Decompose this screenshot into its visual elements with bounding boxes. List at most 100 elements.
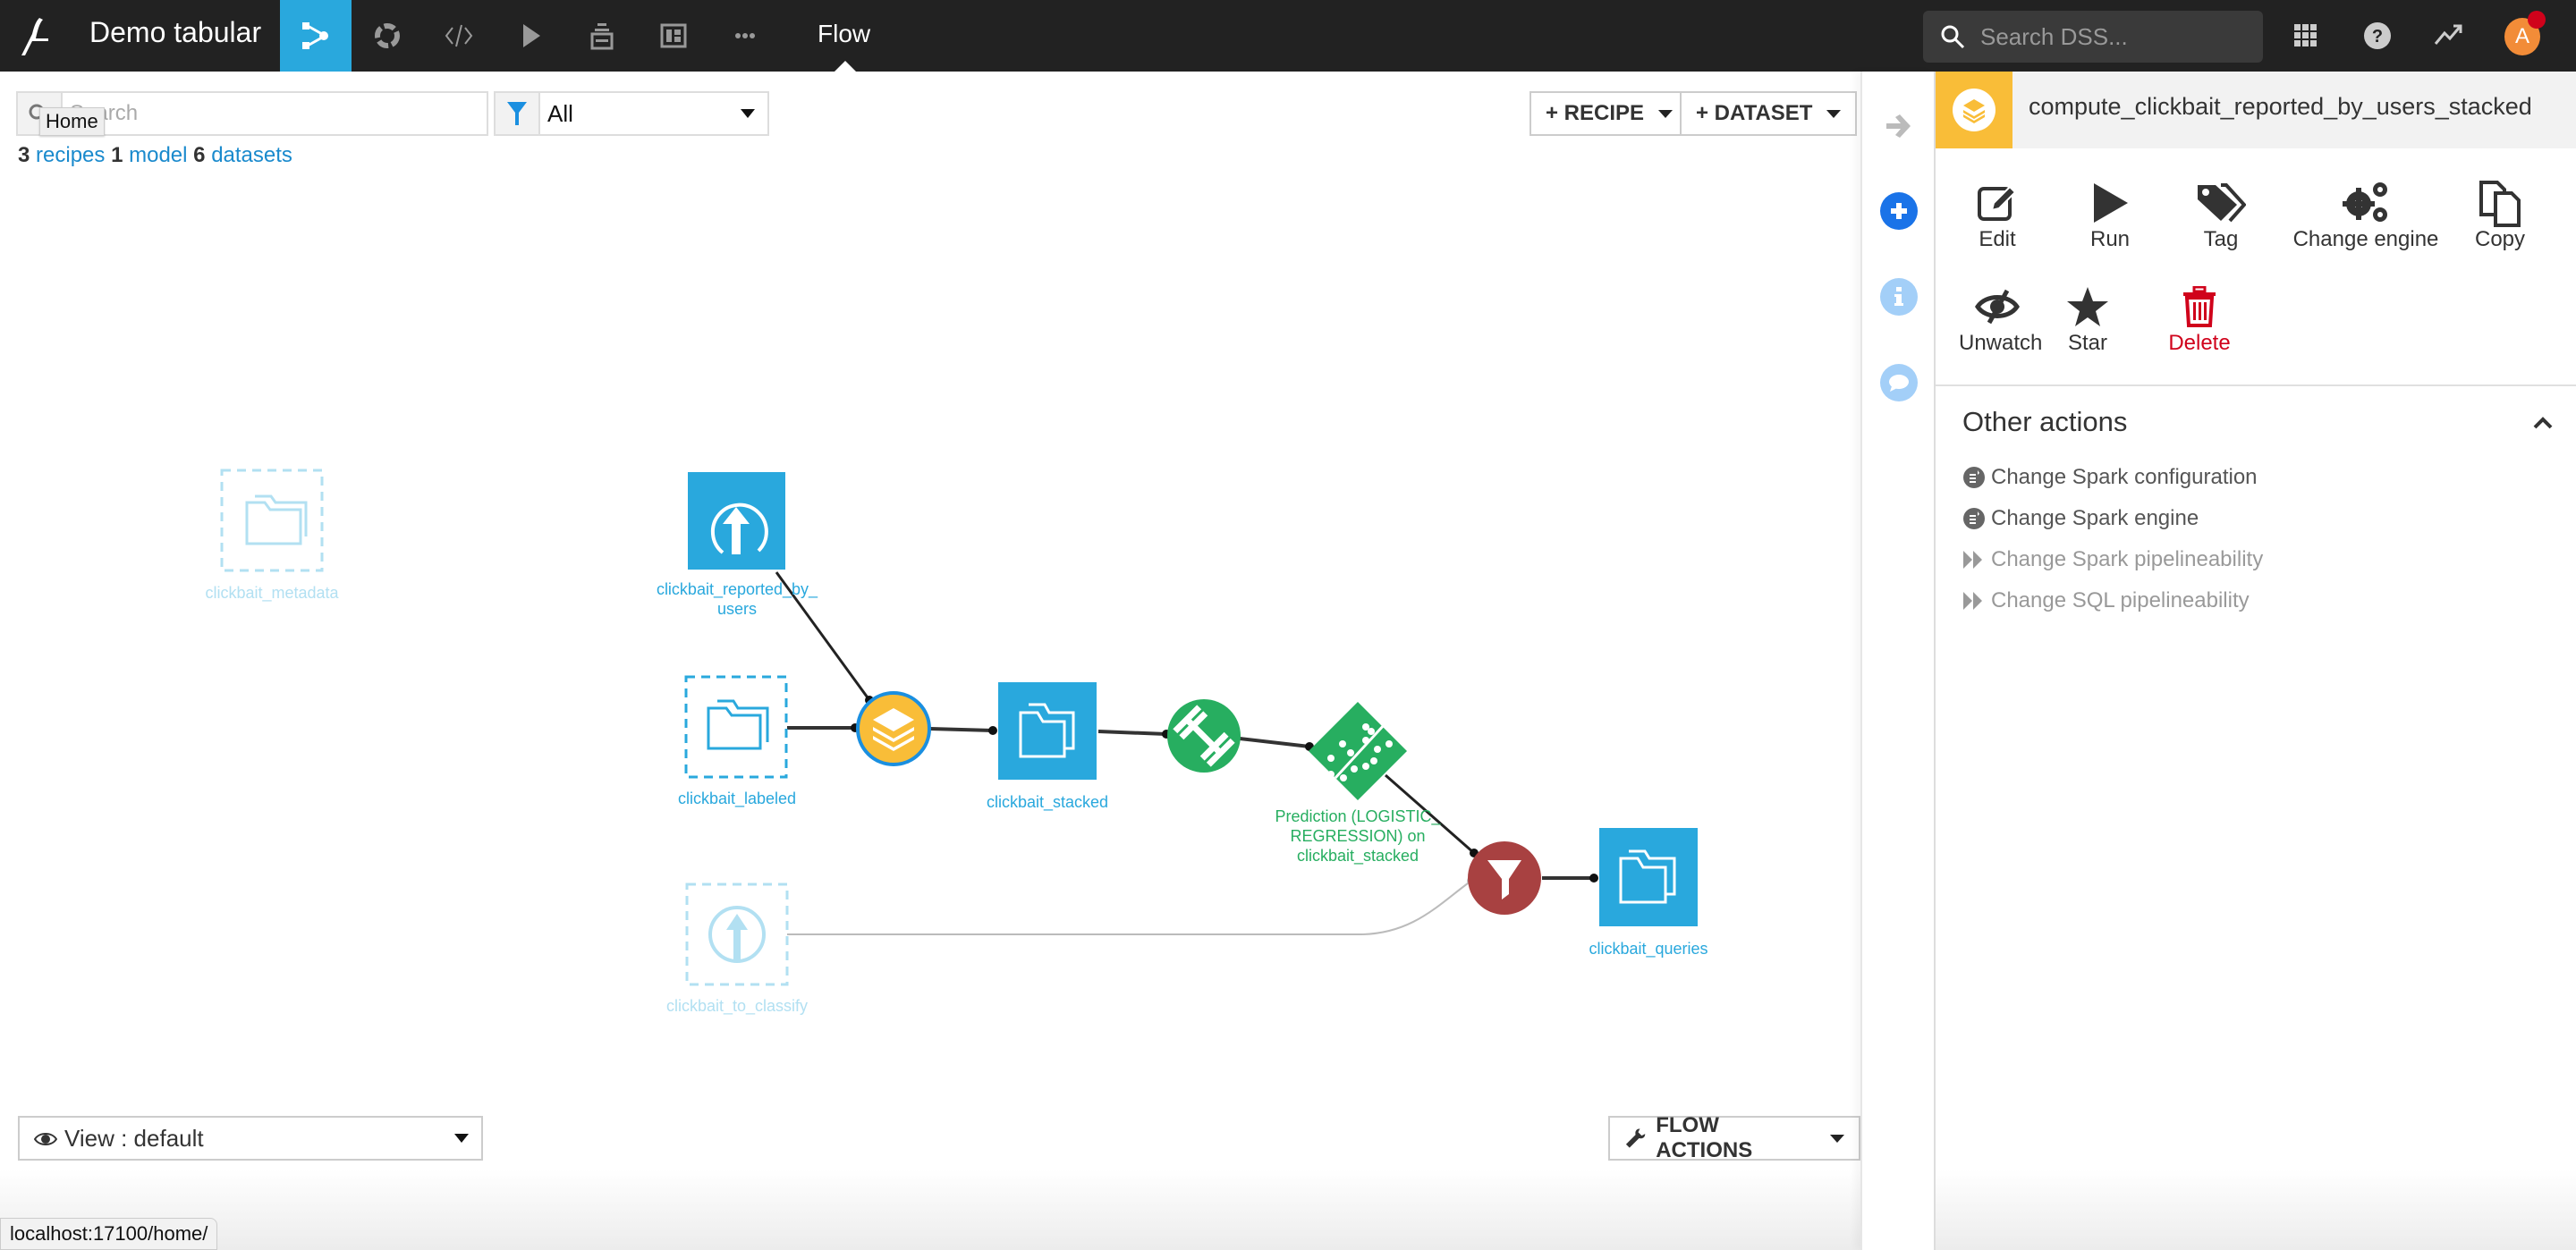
actions-tab-button[interactable] bbox=[1880, 192, 1918, 230]
dataset-node-to-classify[interactable] bbox=[685, 883, 789, 986]
collapse-panel-button[interactable] bbox=[1880, 107, 1918, 145]
eye-slash-icon bbox=[1975, 289, 2020, 325]
global-search-input[interactable] bbox=[1980, 11, 2249, 63]
dataset-node-labeled[interactable] bbox=[684, 675, 788, 779]
flow-canvas[interactable]: Home All 3 recipes 1 model 6 datasets + … bbox=[0, 72, 1860, 1250]
node-label-labeled[interactable]: clickbait_labeled bbox=[648, 789, 826, 808]
wrench-icon bbox=[1625, 1128, 1646, 1148]
edge-toclassify-to-filter bbox=[787, 880, 1472, 935]
run-nav-button[interactable] bbox=[495, 0, 566, 72]
change-spark-pipelineability-item[interactable]: Change Spark pipelineability bbox=[1962, 547, 2263, 572]
dataiku-bird-logo-icon[interactable] bbox=[13, 13, 59, 59]
label-line: REGRESSION) on bbox=[1290, 827, 1426, 845]
recipe-node-stack-selected[interactable] bbox=[856, 691, 931, 766]
chevron-up-icon[interactable] bbox=[2533, 417, 2553, 429]
dataset-node-metadata[interactable] bbox=[220, 469, 324, 572]
edge-dot bbox=[988, 726, 997, 735]
jobs-icon bbox=[590, 23, 614, 50]
folder-icon bbox=[245, 494, 308, 545]
copy-button[interactable]: Copy bbox=[2469, 179, 2531, 252]
view-selector[interactable]: View : default bbox=[18, 1116, 483, 1161]
lab-icon bbox=[375, 23, 400, 48]
recipe-node-train[interactable] bbox=[1167, 699, 1241, 773]
change-sql-pipelineability-item[interactable]: Change SQL pipelineability bbox=[1962, 588, 2250, 613]
run-button[interactable]: Run bbox=[2080, 179, 2140, 252]
upload-icon bbox=[708, 906, 766, 963]
dataset-node-reported-by-users[interactable] bbox=[688, 472, 785, 570]
lab-nav-button[interactable] bbox=[352, 0, 423, 72]
info-icon bbox=[1894, 287, 1903, 306]
edit-icon bbox=[1978, 185, 2017, 221]
star-label: Star bbox=[2067, 331, 2107, 355]
folder-icon bbox=[707, 699, 769, 750]
change-spark-configuration-item[interactable]: Change Spark configuration bbox=[1962, 465, 2258, 490]
view-label: View : default bbox=[64, 1125, 204, 1152]
label-line: users bbox=[716, 600, 757, 618]
code-icon bbox=[445, 24, 473, 47]
jobs-nav-button[interactable] bbox=[566, 0, 638, 72]
more-icon bbox=[735, 33, 755, 38]
delete-button[interactable]: Delete bbox=[2166, 283, 2233, 356]
flow-actions-label: FLOW ACTIONS bbox=[1656, 1113, 1753, 1162]
more-nav-button[interactable] bbox=[709, 0, 781, 72]
help-button[interactable]: ? bbox=[2360, 18, 2395, 54]
item-label: Change Spark configuration bbox=[1991, 465, 2258, 489]
unwatch-button[interactable]: Unwatch bbox=[1959, 283, 2042, 356]
model-node-logistic-regression[interactable] bbox=[1309, 702, 1407, 800]
eye-icon bbox=[34, 1133, 57, 1145]
recipe-node-filter[interactable] bbox=[1468, 841, 1541, 915]
apps-button[interactable] bbox=[2288, 18, 2324, 54]
discussions-tab-button[interactable] bbox=[1880, 364, 1918, 401]
dashboard-nav-button[interactable] bbox=[638, 0, 709, 72]
tag-label: Tag bbox=[2203, 227, 2239, 251]
dataset-node-queries[interactable] bbox=[1599, 828, 1698, 926]
svg-text:?: ? bbox=[2372, 27, 2383, 46]
node-label-to-classify[interactable]: clickbait_to_classify bbox=[648, 996, 826, 1016]
change-engine-label: Change engine bbox=[2292, 227, 2439, 251]
panel-header: compute_clickbait_reported_by_users_stac… bbox=[1936, 72, 2576, 148]
panel-title: compute_clickbait_reported_by_users_stac… bbox=[2029, 93, 2532, 120]
item-label: Change Spark pipelineability bbox=[1991, 547, 2264, 571]
activity-button[interactable] bbox=[2431, 18, 2467, 54]
project-title[interactable]: Demo tabular bbox=[89, 16, 261, 49]
edit-label: Edit bbox=[1979, 227, 2016, 251]
change-engine-button[interactable]: Change engine bbox=[2290, 179, 2442, 252]
node-label-metadata[interactable]: clickbait_metadata bbox=[186, 583, 358, 603]
tag-button[interactable]: Tag bbox=[2191, 179, 2250, 252]
flow-graph bbox=[220, 469, 1698, 986]
right-rail bbox=[1860, 72, 1934, 1250]
run-icon bbox=[2094, 183, 2128, 223]
delete-label: Delete bbox=[2168, 331, 2231, 355]
dropdown-caret-icon bbox=[454, 1134, 469, 1143]
gears-icon bbox=[2343, 182, 2387, 222]
flow-actions-button[interactable]: FLOW ACTIONS bbox=[1608, 1113, 1860, 1162]
global-search[interactable] bbox=[1923, 11, 2263, 63]
node-label-stacked[interactable]: clickbait_stacked bbox=[958, 792, 1137, 812]
trash-icon bbox=[2183, 286, 2216, 327]
edge-train-to-model bbox=[1239, 737, 1310, 748]
copy-icon bbox=[2479, 181, 2521, 227]
dataset-node-stacked[interactable] bbox=[998, 682, 1097, 780]
other-actions-title[interactable]: Other actions bbox=[1962, 406, 2127, 438]
star-button[interactable]: Star bbox=[2061, 283, 2114, 356]
flow-icon bbox=[302, 22, 328, 49]
edit-button[interactable]: Edit bbox=[1968, 179, 2027, 252]
status-bar-url: localhost:17100/home/ bbox=[0, 1218, 218, 1250]
node-label-reported-by-users[interactable]: clickbait_reported_by_ users bbox=[639, 579, 835, 619]
trend-icon bbox=[2434, 24, 2462, 45]
recipe-type-badge bbox=[1936, 72, 2012, 148]
run-label: Run bbox=[2089, 227, 2131, 251]
current-section-label: Flow bbox=[818, 20, 871, 47]
code-nav-button[interactable] bbox=[423, 0, 495, 72]
change-spark-engine-item[interactable]: Change Spark engine bbox=[1962, 506, 2199, 531]
node-label-model[interactable]: Prediction (LOGISTIC_ REGRESSION) on cli… bbox=[1259, 807, 1456, 866]
search-icon bbox=[1941, 25, 1965, 49]
flow-nav-button[interactable] bbox=[280, 0, 352, 72]
label-line: Prediction (LOGISTIC_ bbox=[1275, 807, 1441, 825]
dropdown-caret-icon bbox=[1830, 1134, 1844, 1143]
panel-footer-gradient bbox=[1936, 1170, 2576, 1250]
details-tab-button[interactable] bbox=[1880, 278, 1918, 316]
node-label-queries[interactable]: clickbait_queries bbox=[1559, 939, 1738, 959]
item-label: Change Spark engine bbox=[1991, 506, 2199, 530]
tag-icon bbox=[2198, 183, 2246, 223]
